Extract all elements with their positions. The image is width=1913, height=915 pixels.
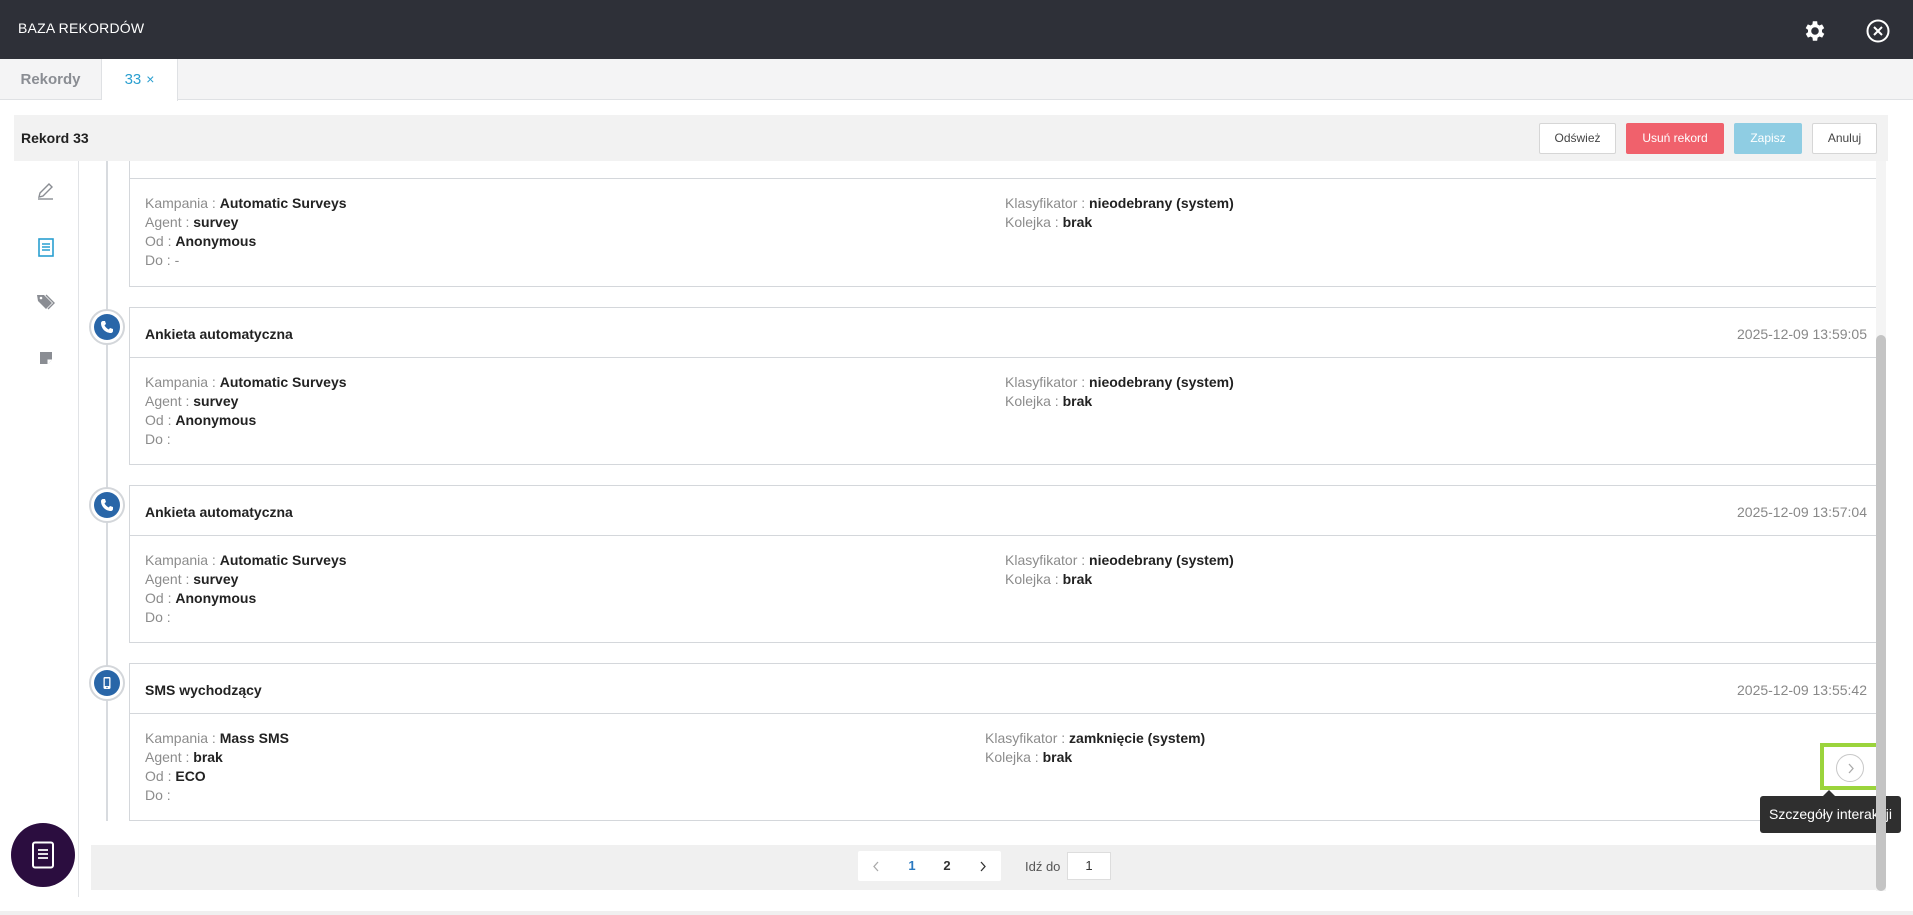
classifier-field: Klasyfikator : nieodebrany (system) — [1005, 195, 1234, 211]
classifier-field: Klasyfikator : nieodebrany (system) — [1005, 374, 1234, 390]
mobile-icon — [103, 677, 111, 689]
from-field: Od : Anonymous — [145, 412, 257, 428]
campaign-field: Kampania : Automatic Surveys — [145, 552, 347, 568]
pagination-bar: 1 2 Idź do 1 — [91, 845, 1876, 890]
save-button[interactable]: Zapisz — [1734, 123, 1802, 154]
campaign-field: Kampania : Automatic Surveys — [145, 195, 347, 211]
tab-records[interactable]: Rekordy — [0, 59, 102, 100]
from-field: Od : ECO — [145, 768, 206, 784]
classifier-field: Klasyfikator : nieodebrany (system) — [1005, 552, 1234, 568]
chevron-right-icon — [980, 861, 986, 872]
interaction-card: SMS wychodzący 2025-12-09 13:55:42 Kampa… — [129, 663, 1883, 821]
tab-record-33[interactable]: 33 × — [102, 59, 178, 101]
campaign-field: Kampania : Mass SMS — [145, 730, 289, 746]
record-header: Rekord 33 Odśwież Usuń rekord Zapisz Anu… — [14, 115, 1888, 161]
app-title: BAZA REKORDÓW — [18, 20, 145, 36]
cancel-button[interactable]: Anuluj — [1812, 123, 1877, 154]
tab-label: 33 — [124, 71, 142, 88]
queue-field: Kolejka : brak — [1005, 214, 1093, 230]
refresh-button[interactable]: Odśwież — [1539, 123, 1616, 154]
document-icon[interactable] — [35, 236, 57, 258]
agent-field: Agent : brak — [145, 749, 223, 765]
page-2-button[interactable]: 2 — [929, 851, 965, 881]
to-field: Do : - — [145, 252, 180, 268]
queue-field: Kolejka : brak — [1005, 571, 1093, 587]
to-field: Do : — [145, 609, 171, 625]
interaction-details-button[interactable] — [1820, 743, 1880, 790]
tab-bar: Rekordy 33 × — [0, 59, 1913, 101]
record-title: Rekord 33 — [21, 130, 89, 146]
delete-record-button[interactable]: Usuń rekord — [1626, 123, 1724, 154]
scrollbar-thumb[interactable] — [1876, 335, 1886, 891]
bottom-border — [0, 911, 1913, 915]
interaction-time: 2025-12-09 13:57:04 — [1737, 504, 1867, 520]
goto-label: Idź do — [1025, 859, 1061, 874]
interaction-time: 2025-12-09 13:55:42 — [1737, 682, 1867, 698]
tags-icon[interactable] — [35, 291, 57, 313]
notes-fab-button[interactable] — [11, 823, 75, 887]
campaign-field: Kampania : Automatic Surveys — [145, 374, 347, 390]
phone-icon — [101, 321, 113, 333]
to-field: Do : — [145, 787, 171, 803]
interaction-title: SMS wychodzący — [145, 682, 262, 698]
details-circle[interactable] — [1836, 754, 1864, 782]
interaction-time: 2025-12-09 13:59:05 — [1737, 326, 1867, 342]
close-icon[interactable] — [1864, 17, 1892, 45]
prev-page-button[interactable] — [858, 851, 894, 881]
agent-field: Agent : survey — [145, 571, 239, 587]
interaction-title: Ankieta automatyczna — [145, 504, 293, 520]
top-bar: BAZA REKORDÓW — [0, 0, 1913, 59]
card-header: Ankieta automatyczna 2025-12-09 13:59:05 — [130, 308, 1882, 358]
interaction-type-badge — [89, 487, 125, 523]
agent-field: Agent : survey — [145, 393, 239, 409]
queue-field: Kolejka : brak — [1005, 393, 1093, 409]
card-header: SMS wychodzący 2025-12-09 13:55:42 — [130, 664, 1882, 714]
chevron-left-icon — [873, 861, 879, 872]
interaction-type-badge — [89, 665, 125, 701]
side-nav — [0, 161, 79, 897]
from-field: Od : Anonymous — [145, 590, 257, 606]
interaction-card: Kampania : Automatic Surveys Agent : sur… — [129, 161, 1883, 287]
page-1-button[interactable]: 1 — [894, 851, 930, 881]
card-header: Ankieta automatyczna 2025-12-09 13:57:04 — [130, 486, 1882, 536]
note-icon[interactable] — [35, 347, 57, 369]
edit-icon[interactable] — [35, 180, 57, 202]
next-page-button[interactable] — [965, 851, 1001, 881]
queue-field: Kolejka : brak — [985, 749, 1073, 765]
goto-page-input[interactable]: 1 — [1067, 852, 1111, 880]
tab-close-icon[interactable]: × — [146, 71, 154, 87]
interaction-type-badge — [89, 309, 125, 345]
phone-icon — [101, 499, 113, 511]
classifier-field: Klasyfikator : zamknięcie (system) — [985, 730, 1206, 746]
interaction-title: Ankieta automatyczna — [145, 326, 293, 342]
agent-field: Agent : survey — [145, 214, 239, 230]
interaction-card: Ankieta automatyczna 2025-12-09 13:59:05… — [129, 307, 1883, 465]
notebook-icon — [32, 841, 54, 869]
interaction-card: Ankieta automatyczna 2025-12-09 13:57:04… — [129, 485, 1883, 643]
pagination: 1 2 — [858, 851, 1001, 881]
from-field: Od : Anonymous — [145, 233, 257, 249]
card-divider — [130, 178, 1882, 179]
gear-icon[interactable] — [1802, 18, 1828, 44]
chevron-right-icon — [1848, 763, 1854, 774]
to-field: Do : — [145, 431, 171, 447]
